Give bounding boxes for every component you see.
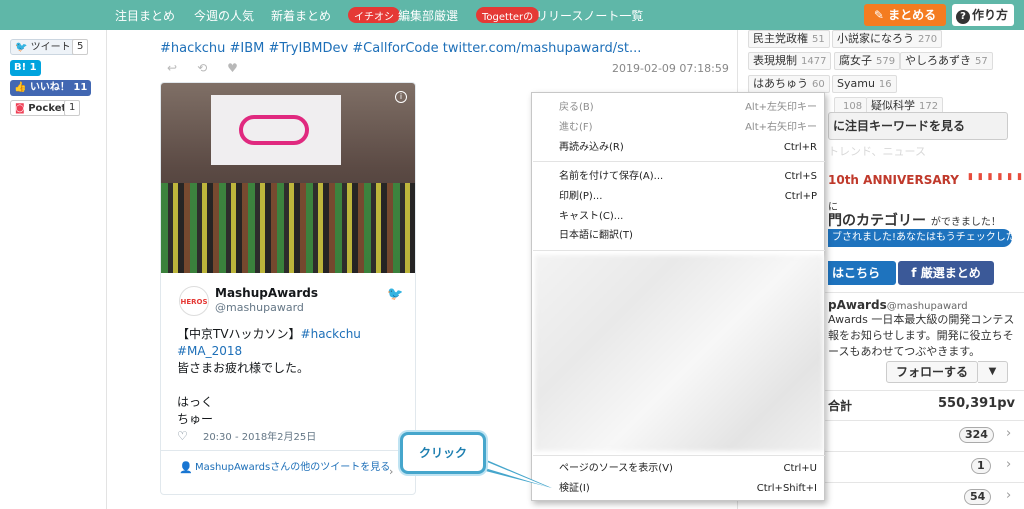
retweet-icon[interactable]: ⟲ bbox=[197, 61, 227, 75]
hashtag-link[interactable]: #hackchu bbox=[301, 327, 361, 341]
more-tweets-link[interactable]: 👤 MashupAwardsさんの他のツイートを見る bbox=[179, 461, 394, 475]
menu-item-save-as[interactable]: 名前を付けて保存(A)... Ctrl+S bbox=[559, 168, 817, 186]
top-nav: 注目まとめ 今週の人気 新着まとめ イチオシ 編集部厳選 Togetterの リ… bbox=[0, 0, 1024, 30]
person-icon: 👤 bbox=[179, 461, 193, 474]
twitter-bird-icon[interactable]: 🐦 bbox=[387, 287, 403, 302]
heart-icon[interactable]: ♡ bbox=[177, 429, 188, 443]
info-icon[interactable]: i bbox=[395, 91, 407, 103]
post-hashtags[interactable]: #hackchu #IBM #TryIBMDev #CallforCode tw… bbox=[160, 41, 641, 56]
pocket-icon: ◙ bbox=[15, 103, 25, 114]
photo-crowd bbox=[161, 183, 415, 273]
question-icon: ? bbox=[956, 10, 970, 24]
follow-button[interactable]: フォローする bbox=[886, 361, 978, 383]
avatar[interactable]: HEROS bbox=[179, 286, 209, 316]
post-date: 2019-02-09 07:18:59 bbox=[612, 62, 729, 75]
keyword-tag[interactable]: Syamu 16 bbox=[832, 75, 897, 93]
matome-button[interactable]: ✎ まとめる bbox=[864, 4, 946, 26]
menu-item-back[interactable]: 戻る(B) Alt+左矢印キー bbox=[559, 99, 817, 117]
keyword-tag[interactable]: 民主党政権 51 bbox=[748, 30, 830, 48]
chevron-right-icon[interactable]: › bbox=[1006, 457, 1011, 472]
menu-item-translate[interactable]: 日本語に翻訳(T) bbox=[559, 227, 817, 245]
click-callout: クリック bbox=[400, 432, 486, 474]
keyword-tag[interactable]: 小説家になろう 270 bbox=[832, 30, 943, 48]
thumbs-up-icon: 👍 bbox=[14, 82, 27, 93]
nav-featured[interactable]: 注目まとめ bbox=[115, 7, 175, 24]
tweet-photo[interactable]: i bbox=[161, 83, 415, 273]
author-name[interactable]: MashupAwards bbox=[215, 286, 318, 300]
menu-item-view-source[interactable]: ページのソースを表示(V) Ctrl+U bbox=[559, 460, 817, 478]
candles-icon: ▮ ▮ ▮ ▮ ▮ ▮ bbox=[968, 172, 1024, 182]
count-badge[interactable]: 54 bbox=[964, 489, 992, 505]
menu-separator bbox=[533, 250, 825, 251]
facebook-picks-button[interactable]: f 厳選まとめ bbox=[898, 261, 994, 285]
photo-stage-screen bbox=[211, 95, 341, 165]
tweet-share-button[interactable]: 🐦 ツイート bbox=[10, 39, 76, 55]
pencil-icon: ✎ bbox=[873, 8, 884, 22]
menu-item-cast[interactable]: キャスト(C)... bbox=[559, 208, 817, 226]
count-badge[interactable]: 1 bbox=[971, 458, 991, 474]
menu-item-print[interactable]: 印刷(P)... Ctrl+P bbox=[559, 188, 817, 206]
here-button[interactable]: はこちら bbox=[828, 261, 896, 285]
keyword-tag[interactable]: はあちゅう 60 bbox=[748, 75, 830, 93]
chevron-right-icon: › bbox=[389, 465, 394, 478]
pocket-button[interactable]: ◙ Pocket bbox=[10, 100, 72, 116]
tweet-action-icons: ↩⟲♥ bbox=[167, 61, 258, 75]
nav-new[interactable]: 新着まとめ bbox=[271, 7, 331, 24]
chevron-right-icon[interactable]: › bbox=[1006, 488, 1011, 503]
reply-icon[interactable]: ↩ bbox=[167, 61, 197, 75]
nav-editors-pick[interactable]: 編集部厳選 bbox=[398, 7, 458, 24]
pocket-count: 1 bbox=[64, 100, 81, 116]
total-pageviews: 550,391pv bbox=[938, 396, 1015, 411]
tweet-body: 【中京TVハッカソン】#hackchu #MA_2018 皆さまお疲れ様でした。… bbox=[177, 326, 407, 428]
context-menu: 戻る(B) Alt+左矢印キー 進む(F) Alt+右矢印キー 再読み込み(R) Ct… bbox=[531, 92, 825, 501]
nav-release-notes[interactable]: リリースノート一覧 bbox=[536, 7, 643, 24]
promo-heading: 門のカテゴリー ができました！ bbox=[828, 213, 1001, 229]
menu-item-inspect[interactable]: 検証(I) Ctrl+Shift+I bbox=[559, 480, 817, 498]
nav-badge-recommend[interactable]: イチオシ bbox=[348, 7, 400, 23]
menu-item-forward[interactable]: 進む(F) Alt+右矢印キー bbox=[559, 119, 817, 137]
profile-name[interactable]: pAwards@mashupaward bbox=[828, 298, 968, 312]
chevron-right-icon[interactable]: › bbox=[1006, 426, 1011, 441]
tweet-timestamp[interactable]: 20:30 - 2018年2月25日 bbox=[203, 432, 316, 443]
nav-weekly-popular[interactable]: 今週の人気 bbox=[194, 7, 254, 24]
nav-badge-togetter[interactable]: Togetterの bbox=[476, 7, 540, 23]
keyword-tag[interactable]: 表現規制 1477 bbox=[748, 52, 832, 70]
tweet-meta: ♡ 20:30 - 2018年2月25日 bbox=[177, 428, 316, 443]
tweet-count: 5 bbox=[72, 39, 89, 55]
share-column: 🐦 ツイート 5 B! 1 👍 いいね！ 11 ◙ Pocket 1 bbox=[0, 30, 107, 509]
faded-text: トレンド、ニュース bbox=[828, 145, 927, 158]
facebook-icon: f bbox=[911, 266, 917, 280]
heart-icon[interactable]: ♥ bbox=[227, 61, 258, 75]
promo-banner[interactable]: ブされました!あなたはもうチェックした? bbox=[828, 229, 1021, 247]
howto-button[interactable]: ? 作り方 bbox=[952, 4, 1014, 26]
total-label: 合計 bbox=[828, 399, 853, 413]
follow-dropdown[interactable]: ▼ bbox=[978, 361, 1008, 383]
keywords-more-button[interactable]: に注目キーワードを見る bbox=[828, 112, 1008, 140]
anniversary-title: 10th ANNIVERSARY bbox=[828, 173, 959, 187]
profile-bio: Awards 一日本最大級の開発コンテス 報をお知らせします。開発に役立ちそ ー… bbox=[828, 313, 1015, 358]
hatena-bookmark-button[interactable]: B! 1 bbox=[10, 60, 41, 76]
menu-item-reload[interactable]: 再読み込み(R) Ctrl+R bbox=[559, 139, 817, 157]
embedded-tweet: i HEROS MashupAwards @mashupaward 🐦 【中京T… bbox=[160, 82, 416, 495]
keyword-tag[interactable]: やしろあずき 57 bbox=[900, 52, 993, 70]
twitter-bird-icon: 🐦 bbox=[15, 42, 28, 53]
chevron-down-icon: ▼ bbox=[988, 366, 997, 377]
count-badge[interactable]: 324 bbox=[959, 427, 994, 443]
blurred-menu-section bbox=[535, 255, 823, 451]
hashtag-link[interactable]: #MA_2018 bbox=[177, 343, 407, 360]
author-handle[interactable]: @mashupaward bbox=[215, 301, 304, 314]
menu-separator bbox=[533, 161, 825, 162]
keyword-tag[interactable]: 腐女子 579 bbox=[834, 52, 901, 70]
hackchu-logo bbox=[239, 115, 309, 145]
divider bbox=[161, 450, 415, 451]
menu-separator bbox=[533, 455, 825, 456]
facebook-like-button[interactable]: 👍 いいね！ 11 bbox=[10, 80, 92, 96]
